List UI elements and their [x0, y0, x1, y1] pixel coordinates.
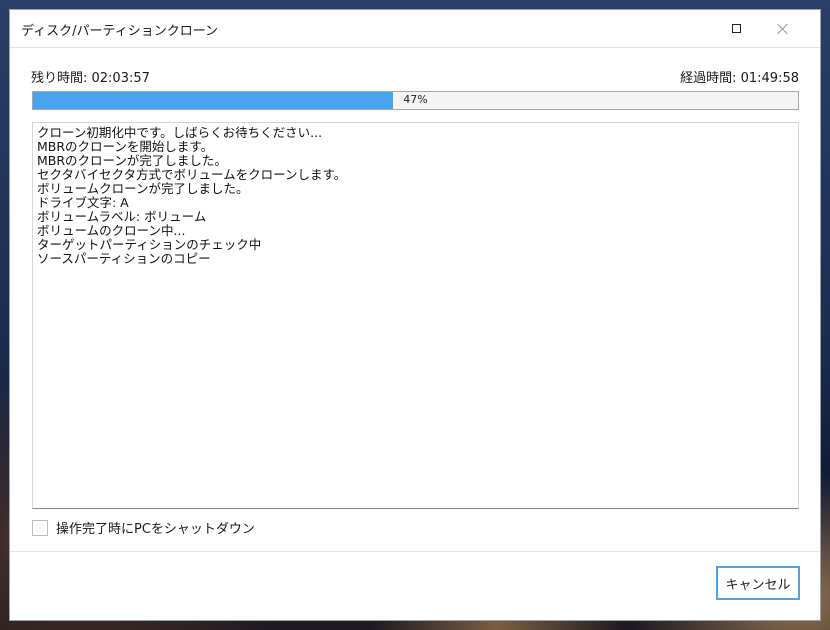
log-output[interactable]: クローン初期化中です。しばらくお待ちください... MBRのクローンを開始します。… [32, 122, 799, 509]
log-line: ドライブ文字: A [37, 195, 129, 210]
elapsed-time: 経過時間: 01:49:58 [680, 71, 799, 86]
log-line: ボリュームラベル: ボリューム [37, 209, 207, 224]
log-line: セクタバイセクタ方式でボリュームをクローンします。 [37, 167, 347, 182]
title-bar[interactable]: ディスク/パーティションクローン [10, 10, 820, 47]
close-button[interactable] [760, 10, 806, 47]
title-divider [10, 47, 820, 48]
log-line: MBRのクローンが完了しました。 [37, 153, 227, 168]
progress-percent: 47% [403, 93, 428, 106]
close-icon [777, 23, 789, 35]
clone-dialog: ディスク/パーティションクローン 残り時間: 02:03:57 経過時間: 01… [9, 9, 821, 621]
window-title: ディスク/パーティションクローン [21, 24, 219, 39]
remaining-time: 残り時間: 02:03:57 [31, 71, 150, 86]
log-line: ターゲットパーティションのチェック中 [37, 237, 262, 252]
footer-divider [10, 551, 820, 552]
log-line: ボリュームクローンが完了しました。 [37, 181, 249, 196]
progress-bar: 47% [32, 91, 799, 110]
maximize-button[interactable] [713, 10, 759, 47]
cancel-button[interactable]: キャンセル [716, 566, 800, 600]
log-line: ソースパーティションのコピー [37, 251, 211, 266]
maximize-icon [731, 24, 741, 33]
shutdown-checkbox[interactable] [32, 519, 48, 536]
log-line: ボリュームのクローン中... [37, 223, 186, 238]
log-line: クローン初期化中です。しばらくお待ちください... [37, 125, 323, 140]
log-line: MBRのクローンを開始します。 [37, 139, 214, 154]
shutdown-label: 操作完了時にPCをシャットダウン [56, 522, 255, 537]
shutdown-option[interactable]: 操作完了時にPCをシャットダウン [32, 518, 255, 537]
